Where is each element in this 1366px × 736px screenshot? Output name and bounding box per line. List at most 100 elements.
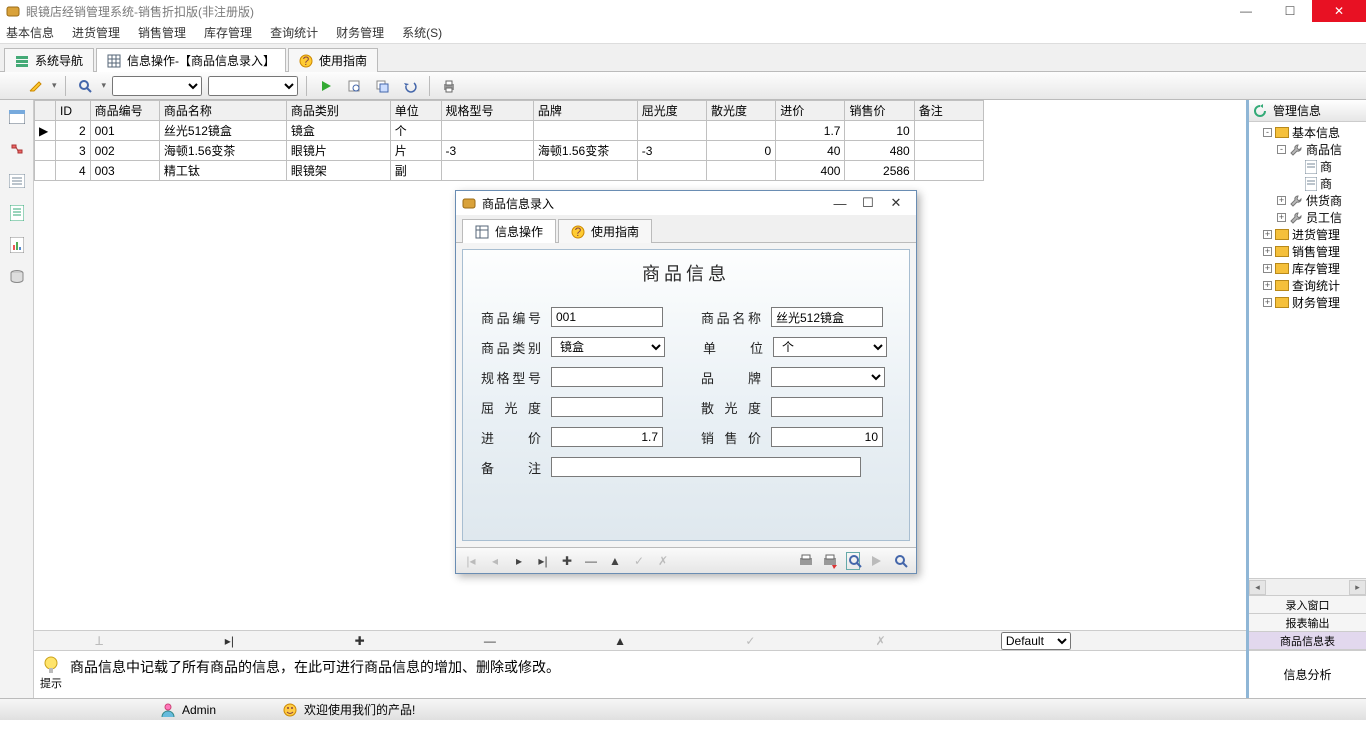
dlg-nav-add[interactable]: ✚	[560, 554, 574, 568]
dialog-maximize-button[interactable]: ☐	[854, 195, 882, 211]
tree-node[interactable]: 商	[1251, 175, 1366, 192]
window-maximize-button[interactable]: ☐	[1268, 0, 1312, 22]
nav-icon	[15, 54, 29, 68]
leftbar-form-icon[interactable]	[6, 170, 28, 192]
dialog-tab-operate-label: 信息操作	[495, 223, 543, 240]
leftbar-link-icon[interactable]	[6, 138, 28, 160]
input-name[interactable]	[771, 307, 883, 327]
menubar: 基本信息 进货管理 销售管理 库存管理 查询统计 财务管理 系统(S)	[0, 22, 1366, 44]
nav-first-button[interactable]: ꓕ	[89, 634, 109, 648]
input-cost[interactable]	[551, 427, 663, 447]
nav-edit-button[interactable]: ▲	[610, 634, 630, 648]
nav-post-button[interactable]: ✓	[740, 634, 760, 648]
tree-node[interactable]: +财务管理	[1251, 294, 1366, 311]
tree-node[interactable]: -基本信息	[1251, 124, 1366, 141]
dlg-nav-del[interactable]: —	[584, 554, 598, 568]
status-user: Admin	[182, 703, 216, 717]
input-san[interactable]	[771, 397, 883, 417]
hint-bar: 提示 商品信息中记载了所有商品的信息，在此可进行商品信息的增加、删除或修改。	[34, 650, 1246, 698]
help-icon: ?	[571, 225, 585, 239]
grid-icon	[475, 225, 489, 239]
left-iconbar	[0, 100, 34, 698]
dlg-nav-next[interactable]: ▸	[512, 554, 526, 568]
toolbar-run-button[interactable]	[315, 75, 337, 97]
right-tab-report[interactable]: 报表输出	[1249, 614, 1366, 632]
tree-node[interactable]: +销售管理	[1251, 243, 1366, 260]
input-qu[interactable]	[551, 397, 663, 417]
label-spec: 规格型号	[481, 368, 541, 387]
nav-delete-button[interactable]: —	[480, 634, 500, 648]
select-brand[interactable]	[771, 367, 885, 387]
right-tab-entry[interactable]: 录入窗口	[1249, 596, 1366, 614]
menu-sales[interactable]: 销售管理	[138, 24, 186, 41]
toolbar-filter1-select[interactable]	[112, 76, 202, 96]
select-cat[interactable]: 镜盒	[551, 337, 665, 357]
dlg-print-next-icon[interactable]	[822, 553, 836, 569]
leftbar-report-icon[interactable]	[6, 234, 28, 256]
dialog-tab-guide[interactable]: ? 使用指南	[558, 219, 652, 243]
label-cat: 商品类别	[481, 338, 541, 357]
tree-node[interactable]: +进货管理	[1251, 226, 1366, 243]
input-code[interactable]	[551, 307, 663, 327]
dlg-nav-post[interactable]: ✓	[632, 554, 646, 568]
menu-purchase[interactable]: 进货管理	[72, 24, 120, 41]
menu-basic[interactable]: 基本信息	[6, 24, 54, 41]
menu-stock[interactable]: 库存管理	[204, 24, 252, 41]
dlg-preview-icon[interactable]	[846, 552, 860, 570]
tab-product-entry[interactable]: 信息操作-【商品信息录入】	[96, 48, 286, 72]
dlg-run-icon[interactable]	[870, 555, 884, 567]
tree-node[interactable]: +员工信	[1251, 209, 1366, 226]
menu-system[interactable]: 系统(S)	[402, 24, 442, 41]
right-scroll-h[interactable]: ◂▸	[1249, 578, 1366, 595]
input-note[interactable]	[551, 457, 861, 477]
tree-node[interactable]: +供货商	[1251, 192, 1366, 209]
tab-guide[interactable]: ? 使用指南	[288, 48, 378, 72]
status-bar: Admin 欢迎使用我们的产品!	[0, 698, 1366, 720]
nav-prev-button[interactable]: ▸|	[219, 634, 239, 648]
toolbar-search-button[interactable]	[74, 75, 96, 97]
tree-node[interactable]: -商品信	[1251, 141, 1366, 158]
dialog-title: 商品信息录入	[476, 195, 826, 212]
input-spec[interactable]	[551, 367, 663, 387]
window-minimize-button[interactable]: —	[1224, 0, 1268, 22]
dialog-tab-operate[interactable]: 信息操作	[462, 219, 556, 243]
dialog-titlebar[interactable]: 商品信息录入 — ☐ ✕	[456, 191, 916, 215]
tree-node[interactable]: +库存管理	[1251, 260, 1366, 277]
dlg-nav-last[interactable]: ▸|	[536, 554, 550, 568]
window-close-button[interactable]: ✕	[1312, 0, 1366, 22]
nav-add-button[interactable]: ✚	[350, 634, 370, 648]
help-icon: ?	[299, 54, 313, 68]
leftbar-db-icon[interactable]	[6, 266, 28, 288]
toolbar-filter2-select[interactable]	[208, 76, 298, 96]
label-name: 商品名称	[701, 308, 761, 327]
toolbar-print-button[interactable]	[438, 75, 460, 97]
nav-cancel-button[interactable]: ✗	[871, 634, 891, 648]
dlg-nav-first[interactable]: |◂	[464, 554, 478, 568]
leftbar-table-icon[interactable]	[6, 106, 28, 128]
right-tab-product[interactable]: 商品信息表	[1249, 632, 1366, 650]
tree-node[interactable]: +查询统计	[1251, 277, 1366, 294]
dlg-find-icon[interactable]	[894, 554, 908, 568]
toolbar-copy-button[interactable]	[371, 75, 393, 97]
tree-node[interactable]: 商	[1251, 158, 1366, 175]
right-panel-title: 管理信息	[1273, 102, 1321, 119]
dlg-nav-cancel[interactable]: ✗	[656, 554, 670, 568]
select-unit[interactable]: 个	[773, 337, 887, 357]
toolbar-preview-button[interactable]	[343, 75, 365, 97]
menu-query[interactable]: 查询统计	[270, 24, 318, 41]
dialog-navigator: |◂ ◂ ▸ ▸| ✚ — ▲ ✓ ✗	[456, 547, 916, 573]
dlg-nav-prev[interactable]: ◂	[488, 554, 502, 568]
dialog-minimize-button[interactable]: —	[826, 196, 854, 211]
menu-finance[interactable]: 财务管理	[336, 24, 384, 41]
nav-style-select[interactable]: Default	[1001, 632, 1071, 650]
dialog-close-button[interactable]: ✕	[882, 195, 910, 211]
leftbar-doc-icon[interactable]	[6, 202, 28, 224]
dlg-nav-edit[interactable]: ▲	[608, 554, 622, 568]
toolbar-edit-button[interactable]	[24, 75, 46, 97]
management-tree[interactable]: -基本信息-商品信商商+供货商+员工信+进货管理+销售管理+库存管理+查询统计+…	[1249, 122, 1366, 578]
toolbar-undo-button[interactable]	[399, 75, 421, 97]
dlg-print-icon[interactable]	[798, 553, 812, 569]
refresh-icon[interactable]	[1253, 104, 1267, 118]
tab-navigation[interactable]: 系统导航	[4, 48, 94, 72]
input-price[interactable]	[771, 427, 883, 447]
